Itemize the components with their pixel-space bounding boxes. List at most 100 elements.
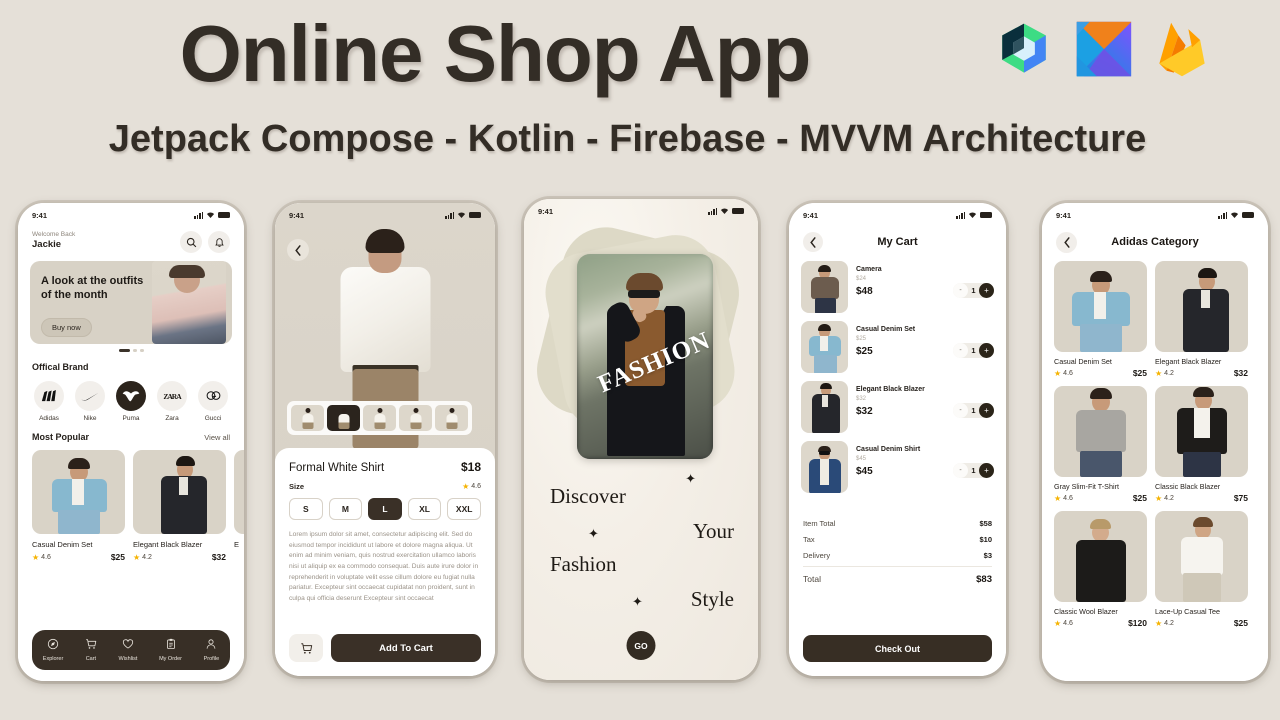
increase-quantity-button[interactable]: +	[978, 343, 994, 358]
summary-value: $3	[983, 550, 992, 560]
thumbnail[interactable]	[399, 405, 432, 431]
back-button[interactable]	[1056, 231, 1077, 253]
thumbnail[interactable]	[435, 405, 468, 431]
product-rating: ★ 4.6	[1054, 368, 1073, 378]
thumbnail[interactable]	[291, 405, 324, 431]
phone-mockup-onboarding: 9:41 FASHION ✦ ✦ ✦ Discover Your Fashion…	[524, 199, 758, 680]
nav-label: Profile	[203, 656, 220, 662]
summary-label: Delivery	[803, 550, 831, 560]
decrease-quantity-button[interactable]: -	[953, 403, 968, 418]
nav-item-my-order[interactable]: My Order	[159, 638, 182, 662]
product-image	[1054, 511, 1147, 602]
size-option-m[interactable]: M	[328, 498, 363, 520]
heart-icon	[119, 638, 138, 654]
size-option-xl[interactable]: XL	[407, 498, 442, 520]
thumbnail-strip[interactable]	[287, 401, 472, 435]
battery-icon	[732, 207, 744, 215]
category-screen: 9:41 Adidas Category Casual Denim Set ★ …	[1042, 203, 1268, 681]
cart-item[interactable]: Elegant Black Blazer $32 $32 - 1 +	[801, 381, 994, 433]
product-card[interactable]: Elegant Black Blazer ★ 4.2 $32	[133, 450, 226, 562]
wifi-icon	[1230, 212, 1239, 218]
search-icon[interactable]	[180, 231, 202, 253]
banner-headline: A look at the outfits of the month	[41, 275, 144, 302]
product-price: $25	[110, 552, 125, 562]
cart-item-old-price: $32	[856, 396, 867, 402]
wifi-icon	[206, 212, 215, 218]
product-description: Lorem ipsum dolor sit amet, consectetur …	[289, 531, 479, 603]
product-card[interactable]: Classic Black Blazer ★ 4.2 $75	[1155, 386, 1248, 503]
quantity-stepper: - 1 +	[953, 283, 994, 298]
view-all-link[interactable]: View all	[204, 433, 230, 442]
promo-banner[interactable]: A look at the outfits of the month Buy n…	[30, 261, 232, 344]
star-icon: ★	[1155, 493, 1163, 503]
total-label: Total	[803, 574, 821, 584]
zara-icon: ZARA	[157, 381, 187, 411]
increase-quantity-button[interactable]: +	[978, 403, 994, 418]
brand-item-nike[interactable]: Nike	[73, 381, 107, 422]
cart-item[interactable]: Casual Denim Set $25 $25 - 1 +	[801, 321, 994, 373]
product-card-partial[interactable]: E	[234, 450, 244, 562]
quantity-value: 1	[971, 406, 976, 415]
product-image	[32, 450, 125, 534]
brand-label: Nike	[83, 415, 97, 422]
checkout-button[interactable]: Check Out	[803, 635, 992, 662]
quantity-value: 1	[971, 286, 976, 295]
nav-item-profile[interactable]: Profile	[203, 638, 220, 662]
product-card[interactable]: Lace-Up Casual Tee ★ 4.2 $25	[1155, 511, 1248, 628]
kotlin-logo	[1075, 20, 1133, 83]
product-image	[133, 450, 226, 534]
cart-icon-button[interactable]	[289, 634, 323, 662]
summary-row-total: Total $83	[803, 570, 992, 588]
decrease-quantity-button[interactable]: -	[953, 343, 968, 358]
summary-label: Item Total	[803, 518, 836, 528]
brand-item-zara[interactable]: ZARA Zara	[155, 381, 189, 422]
product-card[interactable]: Classic Wool Blazer ★ 4.6 $120	[1054, 511, 1147, 628]
brand-item-gucci[interactable]: Gucci	[196, 381, 230, 422]
product-rating: ★ 4.2	[1155, 618, 1174, 628]
decrease-quantity-button[interactable]: -	[953, 463, 968, 478]
back-button[interactable]	[287, 239, 309, 261]
nav-item-wishlist[interactable]: Wishlist	[118, 638, 138, 662]
status-bar: 9:41	[1042, 203, 1268, 223]
star-icon: ★	[133, 552, 141, 562]
product-name: E	[234, 540, 240, 549]
size-option-s[interactable]: S	[289, 498, 323, 520]
increase-quantity-button[interactable]: +	[978, 283, 994, 298]
decrease-quantity-button[interactable]: -	[953, 283, 968, 298]
product-name: Casual Denim Set	[1054, 357, 1112, 366]
nav-label: Wishlist	[118, 656, 138, 662]
buy-now-button[interactable]: Buy now	[41, 318, 92, 337]
product-card[interactable]: Casual Denim Set ★ 4.6 $25	[1054, 261, 1147, 378]
back-button[interactable]	[803, 232, 823, 252]
product-image	[1155, 511, 1248, 602]
product-card[interactable]: Gray Slim-Fit T-Shirt ★ 4.6 $25	[1054, 386, 1147, 503]
cart-item[interactable]: Camera $24 $48 - 1 +	[801, 261, 994, 313]
product-image	[1054, 386, 1147, 477]
go-button[interactable]: GO	[626, 631, 656, 660]
nav-item-cart[interactable]: Cart	[85, 638, 97, 662]
product-actions: Add To Cart	[289, 634, 481, 662]
cart-item-name: Camera	[856, 266, 882, 273]
add-to-cart-button[interactable]: Add To Cart	[331, 634, 481, 662]
phone-mockup-product-detail: 9:41 Formal White Shirt $18 Size ★ 4.6 S…	[275, 203, 495, 676]
size-option-l-selected[interactable]: L	[368, 498, 402, 520]
brand-item-puma[interactable]: Puma	[114, 381, 148, 422]
banner-pager-dots[interactable]	[18, 349, 244, 352]
product-price: $32	[211, 552, 226, 562]
product-card[interactable]: Elegant Black Blazer ★ 4.2 $32	[1155, 261, 1248, 378]
thumbnail-selected[interactable]	[327, 405, 360, 431]
summary-value: $58	[979, 518, 992, 528]
bell-icon[interactable]	[208, 231, 230, 253]
nav-item-explorer[interactable]: Explorer	[43, 638, 63, 662]
cart-item-name: Elegant Black Blazer	[856, 386, 925, 393]
page-subtitle: Jetpack Compose - Kotlin - Firebase - MV…	[108, 118, 1147, 160]
thumbnail[interactable]	[363, 405, 396, 431]
size-option-xxl[interactable]: XXL	[447, 498, 481, 520]
increase-quantity-button[interactable]: +	[978, 463, 994, 478]
person-icon	[204, 638, 220, 654]
cart-item[interactable]: Casual Denim Shirt $45 $45 - 1 +	[801, 441, 994, 493]
onboarding-headline: ✦ ✦ ✦ Discover Your Fashion Style	[524, 471, 758, 634]
product-price: $120	[1128, 618, 1147, 628]
brand-item-adidas[interactable]: Adidas	[32, 381, 66, 422]
product-card[interactable]: Casual Denim Set ★ 4.6 $25	[32, 450, 125, 562]
